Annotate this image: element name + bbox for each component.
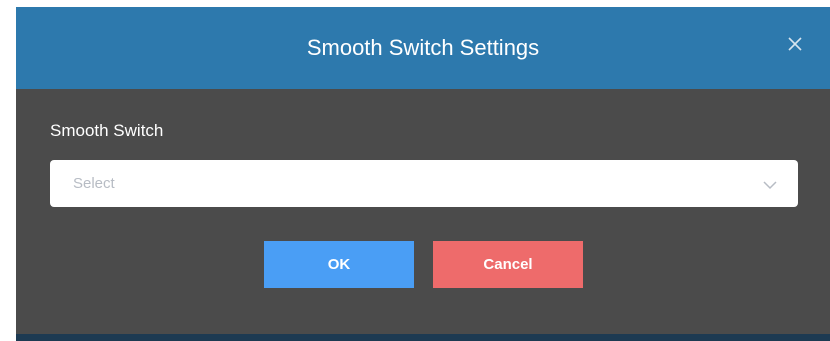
cancel-button[interactable]: Cancel — [433, 241, 583, 288]
dialog-title: Smooth Switch Settings — [306, 35, 540, 60]
chevron-down-icon — [762, 177, 778, 193]
smooth-switch-dialog: Smooth Switch Settings Smooth Switch Sel… — [16, 7, 830, 341]
dialog-bottom-edge — [16, 334, 830, 341]
dialog-header: Smooth Switch Settings — [16, 7, 830, 89]
smooth-switch-select[interactable]: Select — [50, 160, 798, 207]
select-placeholder: Select — [73, 175, 115, 192]
smooth-switch-label: Smooth Switch — [50, 121, 164, 140]
close-icon[interactable] — [784, 33, 806, 55]
ok-button[interactable]: OK — [264, 241, 414, 288]
